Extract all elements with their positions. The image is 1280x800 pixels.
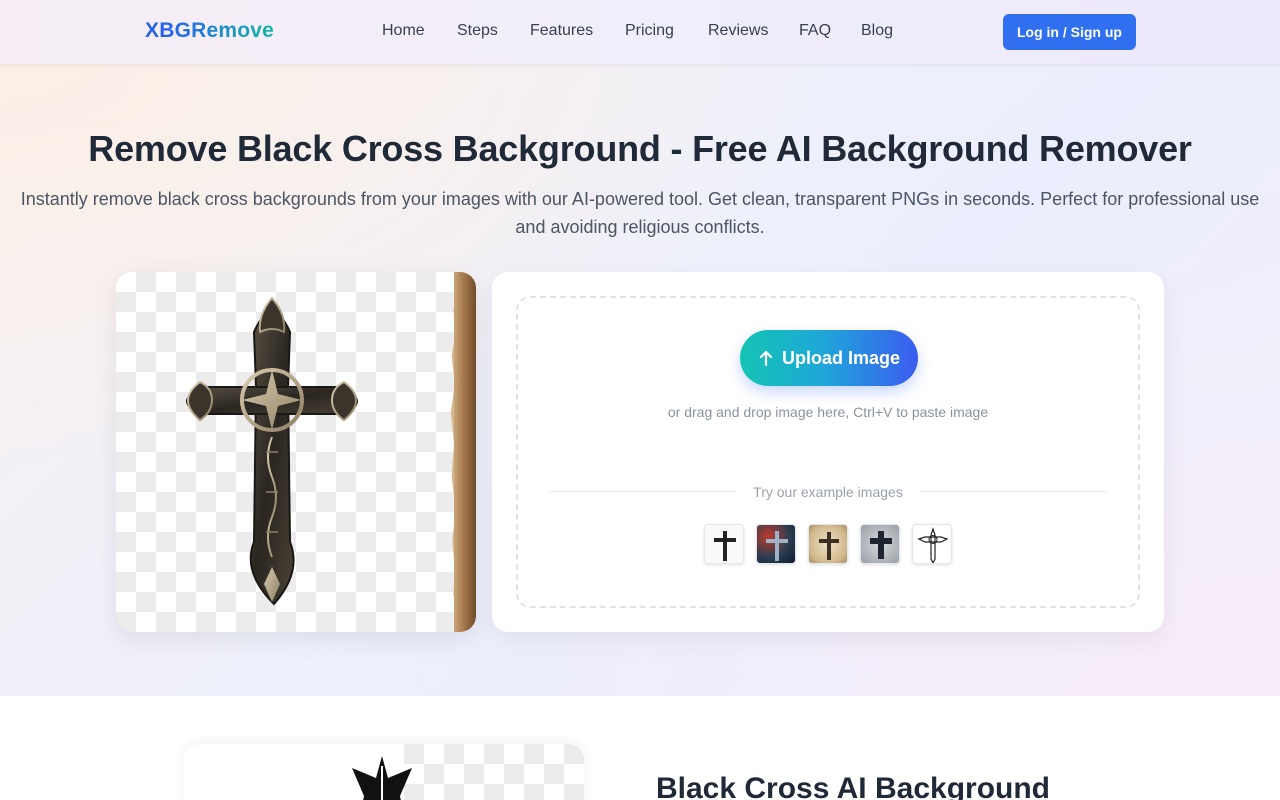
feature-preview-image	[184, 744, 584, 800]
nav-link-features[interactable]: Features	[530, 22, 593, 40]
nav-link-steps[interactable]: Steps	[457, 22, 498, 40]
nav-link-blog[interactable]: Blog	[861, 22, 893, 40]
example-thumbnail-parchment-cross[interactable]	[808, 524, 848, 564]
drop-zone[interactable]: Upload Image or drag and drop image here…	[516, 296, 1140, 608]
feature-section: Black Cross AI Background	[0, 696, 1280, 800]
divider-right	[920, 491, 1106, 492]
nav-link-faq[interactable]: FAQ	[799, 22, 831, 40]
nav-link-home[interactable]: Home	[382, 22, 425, 40]
feature-section-title: Black Cross AI Background	[656, 772, 1050, 800]
black-cross-icon	[352, 756, 412, 800]
upload-image-button[interactable]: Upload Image	[740, 330, 918, 386]
example-thumbnail-sketch-cross[interactable]	[912, 524, 952, 564]
page-title: Remove Black Cross Background - Free AI …	[88, 128, 1192, 169]
nav-link-pricing[interactable]: Pricing	[625, 22, 674, 40]
login-signup-button[interactable]: Log in / Sign up	[1003, 14, 1136, 50]
upload-panel: Upload Image or drag and drop image here…	[492, 272, 1164, 632]
arrow-up-icon	[759, 350, 773, 367]
examples-label: Try our example images	[753, 484, 903, 500]
sketch-cross-icon	[917, 527, 949, 563]
cross-image-icon	[186, 296, 358, 606]
hero-section: Remove Black Cross Background - Free AI …	[0, 64, 1280, 696]
plain-cross-icon	[714, 531, 736, 561]
hero-subtitle: Instantly remove black cross backgrounds…	[20, 189, 1260, 237]
example-thumbnail-galaxy-cross[interactable]	[756, 524, 796, 564]
nav-link-reviews[interactable]: Reviews	[708, 22, 768, 40]
parchment-strip	[454, 272, 476, 632]
upload-button-label: Upload Image	[781, 347, 901, 368]
grunge-cross-icon	[870, 531, 892, 559]
parchment-cross-icon	[819, 532, 839, 560]
top-navbar: XBGRemove Home Steps Features Pricing Re…	[0, 0, 1280, 64]
galaxy-cross-icon	[766, 531, 788, 561]
example-thumbnail-plain-cross[interactable]	[704, 524, 744, 564]
result-preview-image	[116, 272, 476, 632]
example-thumbnail-grunge-cross[interactable]	[860, 524, 900, 564]
upload-hint-text: or drag and drop image here, Ctrl+V to p…	[667, 404, 989, 420]
